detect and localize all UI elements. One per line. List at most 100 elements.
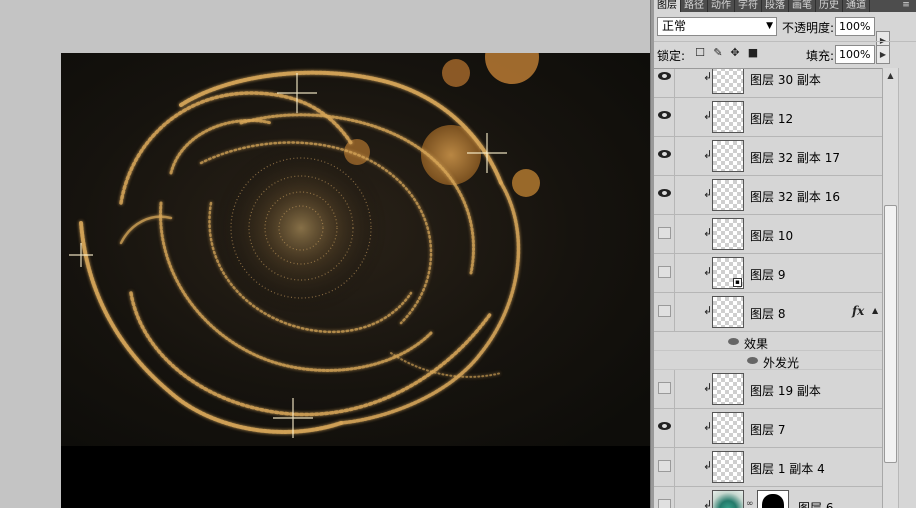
fx-icon[interactable]: fx [852, 304, 864, 318]
layer-thumbnail [712, 296, 744, 328]
layer-name: 图层 32 副本 16 [750, 190, 840, 204]
layer-name: 图层 6 [798, 501, 834, 508]
layer-row[interactable]: ↲ 图层 10 [654, 215, 882, 254]
layer-thumbnail [712, 412, 744, 444]
layers-scrollbar[interactable]: ▲ [882, 68, 898, 508]
clip-arrow-icon: ↲ [703, 381, 713, 394]
tab-history[interactable]: 历史 [816, 0, 843, 12]
fill-stepper[interactable]: ▶ [876, 45, 890, 64]
layer-thumbnail [712, 218, 744, 250]
panel-tabs: 图层 路径 动作 字符 段落 画笔 历史 通道 [654, 0, 916, 12]
lock-label: 锁定: [657, 49, 686, 63]
layer-name: 图层 19 副本 [750, 384, 821, 398]
layer-row[interactable]: ↲ 图层 32 副本 17 [654, 137, 882, 176]
visibility-toggle[interactable] [654, 293, 675, 331]
tab-actions[interactable]: 动作 [708, 0, 735, 12]
layers-list: ↲ 图层 30 副本 ↲ 图层 12 ↲ 图层 32 副本 17 ↲ 图层 32… [654, 68, 882, 508]
layer-row[interactable]: ↲ 图层 8 fx ▲ [654, 293, 882, 332]
visibility-toggle[interactable] [654, 370, 675, 408]
eye-icon [658, 111, 671, 119]
visibility-off-icon [658, 305, 671, 317]
layer-name: 图层 32 副本 17 [750, 151, 840, 165]
visibility-toggle[interactable] [654, 448, 675, 486]
effect-item-row[interactable]: 外发光 [654, 351, 882, 370]
tab-layers[interactable]: 图层 [654, 0, 681, 12]
opacity-input[interactable]: 100% [835, 17, 875, 36]
eye-icon [658, 422, 671, 430]
layer-name: 图层 1 副本 4 [750, 462, 825, 476]
tab-character[interactable]: 字符 [735, 0, 762, 12]
tab-paths[interactable]: 路径 [681, 0, 708, 12]
visibility-toggle[interactable] [654, 409, 675, 447]
layer-row[interactable]: ↲ 图层 12 [654, 98, 882, 137]
layer-name: 图层 7 [750, 423, 786, 437]
tab-channels[interactable]: 通道 [843, 0, 870, 12]
visibility-toggle[interactable] [654, 254, 675, 292]
scroll-up-icon[interactable]: ▲ [883, 68, 898, 83]
layer-thumbnail [712, 179, 744, 211]
lock-transparent-icon[interactable]: ☐ [693, 46, 707, 60]
collapse-effects-icon[interactable]: ▲ [872, 306, 878, 315]
visibility-off-icon [658, 227, 671, 239]
lock-all-icon[interactable]: ■ [746, 46, 760, 60]
layer-row[interactable]: ↲ 图层 32 副本 16 [654, 176, 882, 215]
layer-row[interactable]: ↲ 图层 7 [654, 409, 882, 448]
layer-mask-thumbnail[interactable] [757, 490, 789, 508]
panel-menu-icon[interactable]: ≡ [898, 0, 914, 12]
eye-icon[interactable] [747, 357, 758, 364]
tab-brush[interactable]: 画笔 [789, 0, 816, 12]
layer-thumbnail [712, 373, 744, 405]
layer-row[interactable]: ↲ 图层 30 副本 [654, 69, 882, 98]
smart-object-icon: ▪ [733, 278, 742, 287]
blend-row: 正常 ▼ 不透明度: 100% ▶ [654, 14, 916, 50]
clip-arrow-icon: ↲ [703, 459, 713, 472]
eye-icon [658, 150, 671, 158]
fill-label: 填充: [806, 49, 835, 63]
layer-name: 图层 9 [750, 268, 786, 282]
clip-arrow-icon: ↲ [703, 304, 713, 317]
layer-thumbnail [712, 101, 744, 133]
panel-right-gutter [898, 68, 916, 508]
eye-icon [658, 189, 671, 197]
clip-arrow-icon: ↲ [703, 109, 713, 122]
layer-row[interactable]: ↲ 图层 19 副本 [654, 370, 882, 409]
layer-name: 图层 10 [750, 229, 794, 243]
document-canvas[interactable] [61, 53, 650, 508]
clip-arrow-icon: ↲ [703, 498, 713, 508]
lock-brush-icon[interactable]: ✎ [711, 46, 725, 60]
layer-thumbnail [712, 69, 744, 94]
layer-thumbnail [712, 140, 744, 172]
clip-arrow-icon: ↲ [703, 226, 713, 239]
visibility-toggle[interactable] [654, 69, 675, 97]
effect-outer-glow-label: 外发光 [763, 356, 800, 370]
visibility-off-icon [658, 499, 671, 508]
visibility-off-icon [658, 266, 671, 278]
lock-move-icon[interactable]: ✥ [728, 46, 742, 60]
layer-row[interactable]: ↲ ▪ 图层 9 [654, 254, 882, 293]
blend-mode-select[interactable]: 正常 ▼ [657, 17, 777, 36]
effects-label: 效果 [744, 337, 769, 351]
visibility-toggle[interactable] [654, 98, 675, 136]
visibility-toggle[interactable] [654, 487, 675, 508]
fill-input[interactable]: 100% [835, 45, 875, 64]
layer-row[interactable]: ↲ 图层 1 副本 4 [654, 448, 882, 487]
tab-paragraph[interactable]: 段落 [762, 0, 789, 12]
effects-group-row[interactable]: 效果 [654, 332, 882, 351]
document-workspace [0, 0, 650, 508]
rose-artwork [61, 53, 650, 446]
link-icon[interactable]: ∞ [746, 499, 754, 508]
layer-row[interactable]: ↲ ∞ 图层 6 [654, 487, 882, 508]
visibility-toggle[interactable] [654, 215, 675, 253]
scrollbar-thumb[interactable] [884, 205, 897, 463]
layer-name: 图层 12 [750, 112, 794, 126]
visibility-off-icon [658, 382, 671, 394]
visibility-toggle[interactable] [654, 176, 675, 214]
layer-name: 图层 30 副本 [750, 73, 821, 87]
clip-arrow-icon: ↲ [703, 265, 713, 278]
visibility-off-icon [658, 460, 671, 472]
visibility-toggle[interactable] [654, 137, 675, 175]
clip-arrow-icon: ↲ [703, 70, 713, 83]
eye-icon [658, 72, 671, 80]
opacity-label: 不透明度: [782, 21, 835, 35]
eye-icon[interactable] [728, 338, 739, 345]
